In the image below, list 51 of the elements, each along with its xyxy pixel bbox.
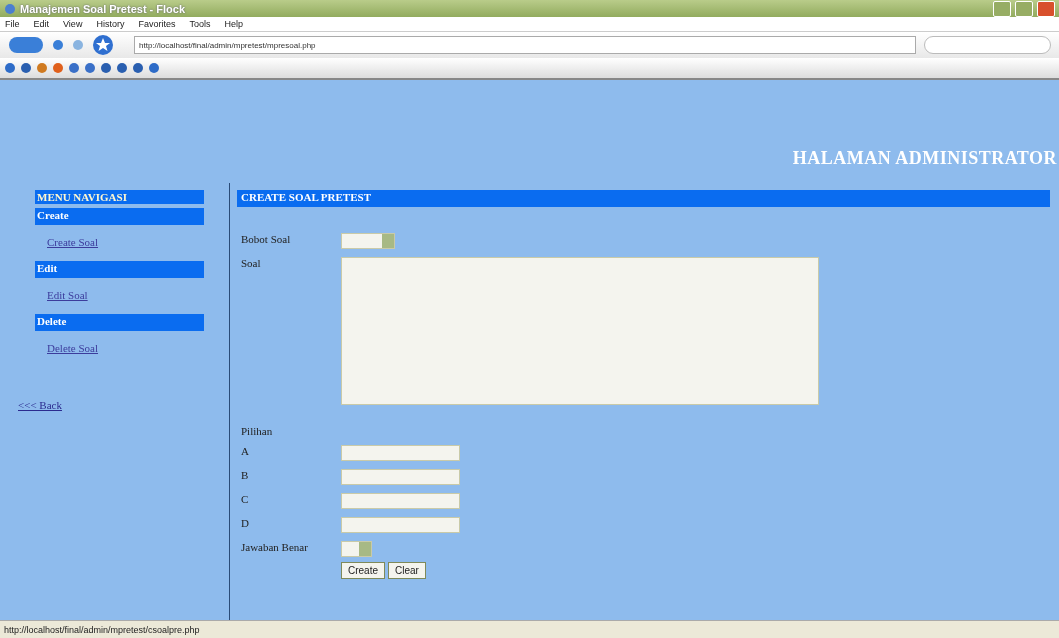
address-field[interactable]: http://localhost/final/admin/mpretest/mpresoal.php (134, 36, 916, 54)
nav-section-heading: Create (35, 208, 204, 225)
field-label: A (241, 445, 250, 457)
field-label: Soal (241, 257, 262, 269)
back-link[interactable]: <<< Back (18, 399, 62, 411)
close-button[interactable] (1037, 0, 1055, 17)
field-label: Bobot Soal (241, 233, 292, 245)
menu-item[interactable]: Help (224, 19, 243, 29)
form-heading: CREATE SOAL PRETEST (237, 190, 1050, 207)
window-title: Manajemen Soal Pretest - Flock (20, 2, 187, 15)
option-input[interactable] (341, 493, 460, 509)
dropdown[interactable] (341, 541, 372, 557)
menu-item[interactable]: Edit (33, 19, 50, 29)
field-label: Jawaban Benar (241, 541, 309, 553)
form-button[interactable]: Create (341, 562, 385, 579)
menu-item[interactable]: File (5, 19, 20, 29)
menu-item[interactable]: View (63, 19, 83, 29)
option-input[interactable] (341, 469, 460, 485)
status-text: http://localhost/final/admin/mpretest/csoalpre.php (4, 624, 201, 635)
toolbar-icon[interactable] (148, 62, 160, 74)
minimize-button[interactable] (993, 0, 1011, 17)
option-input[interactable] (341, 517, 460, 533)
toolbar-icon[interactable] (84, 62, 96, 74)
search-field[interactable] (924, 36, 1051, 54)
field-label: C (241, 493, 250, 505)
toolbar-icon[interactable] (116, 62, 128, 74)
toolbar-icon[interactable] (36, 62, 48, 74)
field-label: B (241, 469, 250, 481)
nav-title: MENU NAVIGASI (35, 190, 204, 204)
nav-section-heading: Edit (35, 261, 204, 278)
nav-link[interactable]: Create Soal (47, 236, 98, 248)
field-label: D (241, 517, 250, 529)
nav-section-heading: Delete (35, 314, 204, 331)
toolbar-icon[interactable] (4, 62, 16, 74)
toolbar-icon[interactable] (100, 62, 112, 74)
form-button[interactable]: Clear (388, 562, 426, 579)
nav-link[interactable]: Edit Soal (47, 289, 88, 301)
menu-item[interactable]: History (96, 19, 125, 29)
menu-item[interactable]: Tools (189, 19, 211, 29)
app-icon[interactable] (4, 2, 16, 15)
toolbar-icon[interactable] (20, 62, 32, 74)
field-label: Pilihan (241, 425, 274, 437)
option-input[interactable] (341, 445, 460, 461)
page-heading: HALAMAN ADMINISTRATOR (792, 148, 1057, 169)
maximize-button[interactable] (1015, 0, 1033, 17)
dropdown[interactable] (341, 233, 395, 249)
toolbar-icon[interactable] (52, 62, 64, 74)
menu-item[interactable]: Favorites (138, 19, 176, 29)
toolbar-icon[interactable] (68, 62, 80, 74)
toolbar-icon[interactable] (132, 62, 144, 74)
nav-link[interactable]: Delete Soal (47, 342, 98, 354)
